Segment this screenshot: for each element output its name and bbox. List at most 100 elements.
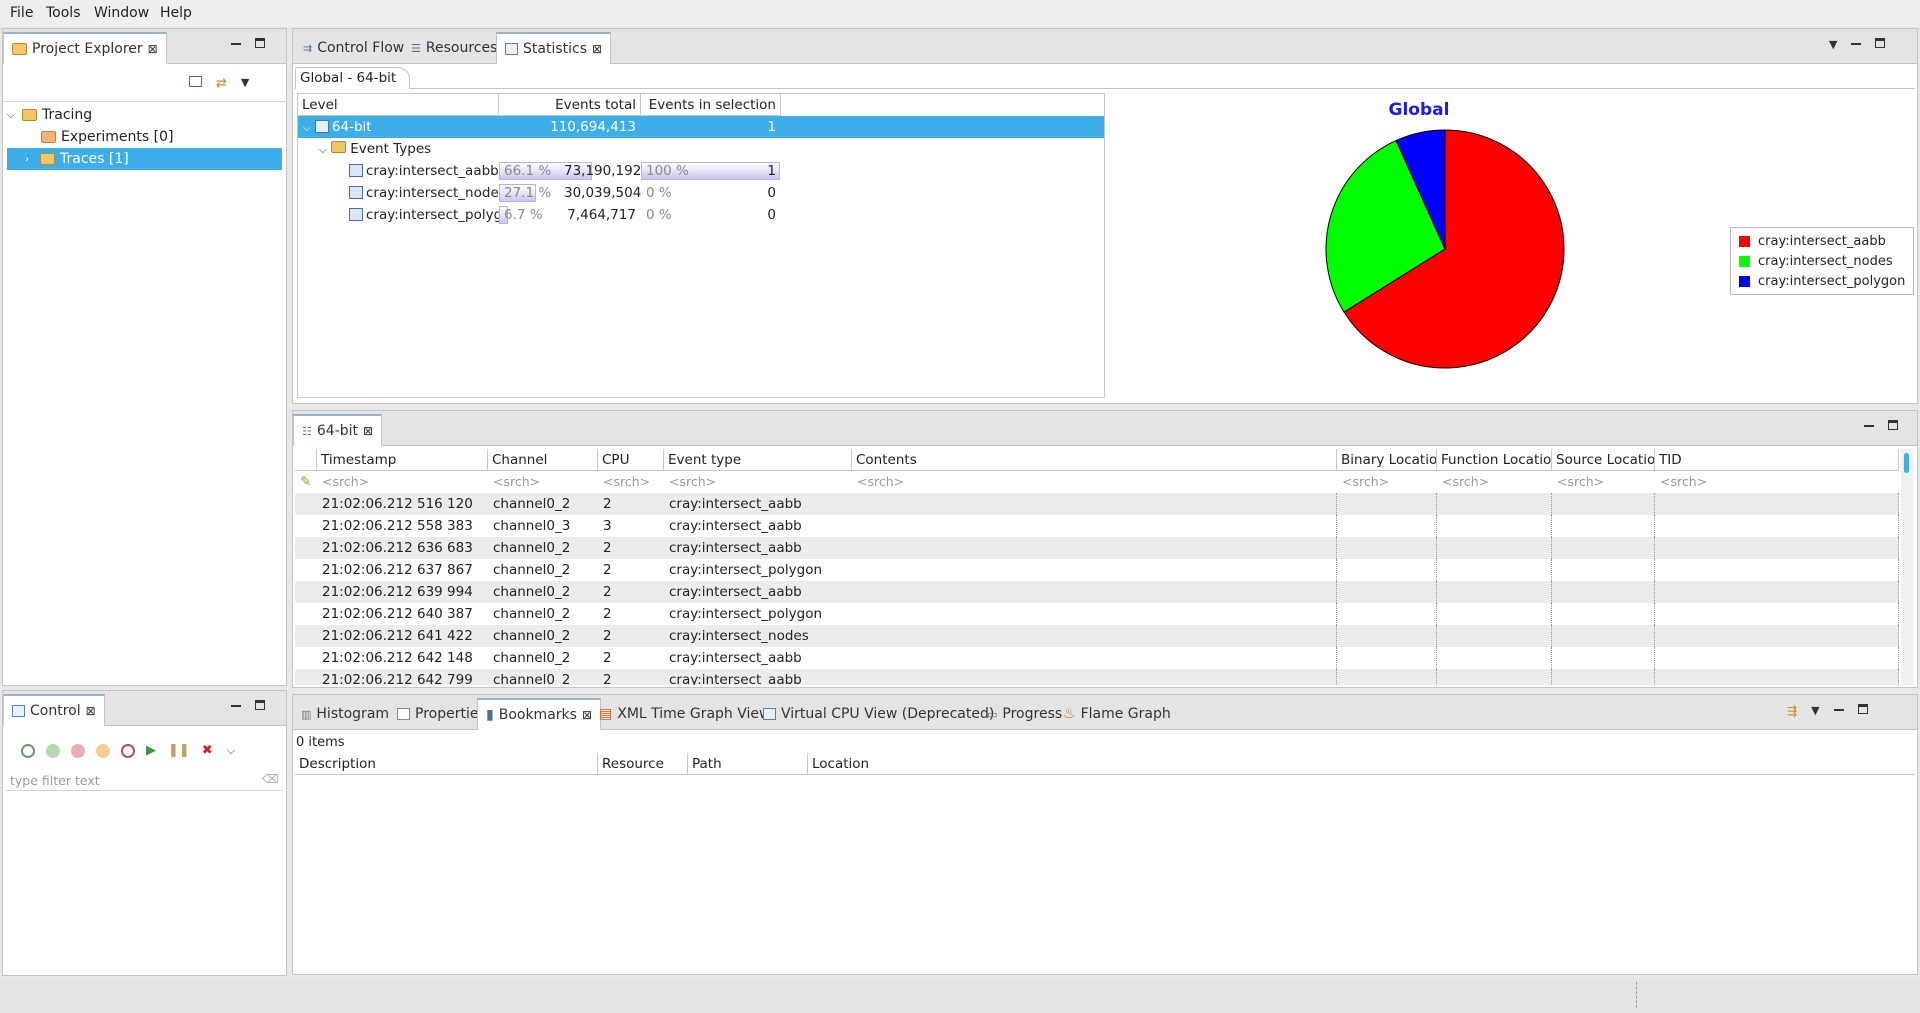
chevron-right-icon[interactable]: › — [25, 154, 35, 165]
col-location[interactable]: Location — [808, 753, 1915, 775]
start-icon[interactable]: ▶ — [146, 743, 156, 758]
search-field[interactable]: <srch> — [598, 471, 664, 493]
toolbar-action-icon[interactable]: ⇶ — [1787, 704, 1797, 718]
stats-row[interactable]: cray:intersect_aabb 66.1 % 73,190,192 10… — [298, 160, 1104, 182]
col-events-in-selection[interactable]: Events in selection — [641, 94, 781, 116]
minimize-icon[interactable] — [1851, 43, 1862, 45]
col-path[interactable]: Path — [688, 753, 808, 775]
minimize-icon[interactable] — [1864, 425, 1874, 427]
menu-file[interactable]: File — [10, 5, 33, 21]
table-cell — [852, 493, 1337, 515]
minimize-icon[interactable] — [231, 43, 241, 45]
menu-help[interactable]: Help — [160, 5, 192, 21]
table-row[interactable]: 21:02:06.212 642 148 channel0_2 2 cray:inte… — [295, 647, 1899, 669]
stats-row[interactable]: cray:intersect_polygo 6.7 % 7,464,717 0 … — [298, 204, 1104, 226]
tab-statistics[interactable]: Statistics ⊠ — [496, 32, 612, 64]
col-contents[interactable]: Contents — [852, 449, 1337, 471]
close-icon[interactable]: ⊠ — [363, 424, 373, 438]
col-binary-location[interactable]: Binary Location — [1337, 449, 1437, 471]
close-icon[interactable]: ⊠ — [592, 42, 602, 56]
tab-control-flow[interactable]: ⇉ Control Flow — [295, 32, 412, 64]
chevron-down-icon[interactable]: ⌵ — [7, 110, 17, 121]
col-description[interactable]: Description — [295, 753, 598, 775]
events-table: Timestamp Channel CPU Event type Contents Bin… — [295, 449, 1899, 685]
search-field[interactable]: <srch> — [1655, 471, 1899, 493]
search-field[interactable]: <srch> — [1437, 471, 1552, 493]
view-menu-icon[interactable]: ⌵ — [227, 744, 235, 758]
subtab-global[interactable]: Global - 64-bit — [295, 67, 410, 89]
scrollbar-thumb[interactable] — [1904, 453, 1909, 473]
stats-row-group[interactable]: ⌵ Event Types — [298, 138, 1104, 160]
close-icon[interactable]: ⊠ — [86, 704, 96, 718]
table-cell — [1437, 515, 1552, 537]
maximize-icon[interactable] — [255, 700, 265, 710]
col-timestamp[interactable]: Timestamp — [317, 449, 488, 471]
col-channel[interactable]: Channel — [488, 449, 598, 471]
col-cpu[interactable]: CPU — [598, 449, 664, 471]
destroy-icon[interactable]: ✖ — [202, 743, 213, 758]
search-field[interactable]: <srch> — [664, 471, 852, 493]
col-event-type[interactable]: Event type — [664, 449, 852, 471]
import-icon[interactable] — [121, 743, 135, 758]
tree-item-experiments[interactable]: Experiments [0] — [7, 126, 282, 148]
tab-project-explorer[interactable]: Project Explorer ⊠ — [3, 32, 167, 64]
view-menu-icon[interactable]: ▼ — [1811, 704, 1819, 718]
maximize-icon[interactable] — [1875, 38, 1886, 48]
view-menu-icon[interactable]: ▼ — [241, 76, 249, 91]
tab-events-64bit[interactable]: ☷ 64-bit ⊠ — [293, 414, 383, 446]
table-row[interactable]: 21:02:06.212 640 387 channel0_2 2 cray:inte… — [295, 603, 1899, 625]
search-field[interactable]: <srch> — [317, 471, 488, 493]
tab-virtual-cpu[interactable]: Virtual CPU View (Deprecated) — [755, 698, 1002, 730]
minimize-icon[interactable] — [1833, 709, 1844, 711]
table-cell: cray:intersect_aabb — [669, 518, 802, 534]
col-function-location[interactable]: Function Location — [1437, 449, 1552, 471]
table-row[interactable]: 21:02:06.212 636 683 channel0_2 2 cray:inte… — [295, 537, 1899, 559]
link-editor-icon[interactable]: ⇄ — [216, 76, 227, 91]
new-connection-icon[interactable] — [21, 743, 35, 758]
tab-histogram[interactable]: ▥ Histogram — [293, 698, 397, 730]
col-tid[interactable]: TID — [1655, 449, 1899, 471]
stats-row[interactable]: cray:intersect_nodes 27.1 % 30,039,504 0… — [298, 182, 1104, 204]
refresh-icon[interactable] — [96, 743, 110, 758]
menu-window[interactable]: Window — [94, 5, 149, 21]
search-field[interactable]: <srch> — [1552, 471, 1655, 493]
search-field[interactable]: <srch> — [852, 471, 1337, 493]
tree-item-tracing[interactable]: ⌵ Tracing — [7, 104, 282, 126]
close-icon[interactable]: ⊠ — [148, 42, 158, 56]
table-row[interactable]: 21:02:06.212 637 867 channel0_2 2 cray:inte… — [295, 559, 1899, 581]
tab-resources[interactable]: ☰ Resources — [403, 32, 505, 64]
vertical-scrollbar[interactable] — [1901, 449, 1913, 685]
col-resource[interactable]: Resource — [598, 753, 688, 775]
maximize-icon[interactable] — [1888, 420, 1898, 430]
view-menu-icon[interactable]: ▼ — [1829, 38, 1837, 51]
maximize-icon[interactable] — [255, 38, 265, 48]
maximize-icon[interactable] — [1857, 704, 1868, 714]
table-row[interactable]: 21:02:06.212 558 383 channel0_3 3 cray:inte… — [295, 515, 1899, 537]
clear-filter-icon[interactable]: ⌫ — [262, 772, 279, 786]
search-field[interactable]: <srch> — [488, 471, 598, 493]
tab-bookmarks[interactable]: ▮ Bookmarks ⊠ — [477, 698, 601, 730]
col-source-location[interactable]: Source Location — [1552, 449, 1655, 471]
tab-control[interactable]: Control ⊠ — [3, 694, 105, 726]
minimize-icon[interactable] — [231, 705, 241, 707]
collapse-all-icon[interactable] — [189, 76, 202, 87]
disconnect-icon[interactable] — [71, 743, 85, 758]
table-row[interactable]: 21:02:06.212 641 422 channel0_2 2 cray:inte… — [295, 625, 1899, 647]
tab-xml-time-graph[interactable]: ▤ XML Time Graph View — [591, 698, 778, 730]
tab-flame-graph[interactable]: ♨ Flame Graph — [1055, 698, 1179, 730]
col-level[interactable]: Level — [298, 94, 499, 116]
chevron-down-icon[interactable]: ⌵ — [319, 145, 327, 156]
table-row[interactable]: 21:02:06.212 516 120 channel0_2 2 cray:inte… — [295, 493, 1899, 515]
table-row[interactable]: 21:02:06.212 639 994 channel0_2 2 cray:inte… — [295, 581, 1899, 603]
col-events-total[interactable]: Events total — [499, 94, 641, 116]
menu-tools[interactable]: Tools — [46, 5, 81, 21]
table-row[interactable]: 21:02:06.212 642 799 channel0_2 2 cray:inte… — [295, 669, 1899, 685]
tree-item-traces[interactable]: › Traces [1] — [7, 148, 282, 170]
stats-row-root[interactable]: ⌵ 64-bit 110,694,413 1 — [298, 116, 1104, 138]
chevron-down-icon[interactable]: ⌵ — [303, 123, 311, 134]
table-cell: 2 — [603, 606, 612, 622]
connect-icon[interactable] — [46, 743, 60, 758]
search-field[interactable]: <srch> — [1337, 471, 1437, 493]
pause-icon[interactable]: ❚❚ — [168, 743, 190, 758]
filter-input[interactable]: type filter text ⌫ — [6, 771, 283, 791]
